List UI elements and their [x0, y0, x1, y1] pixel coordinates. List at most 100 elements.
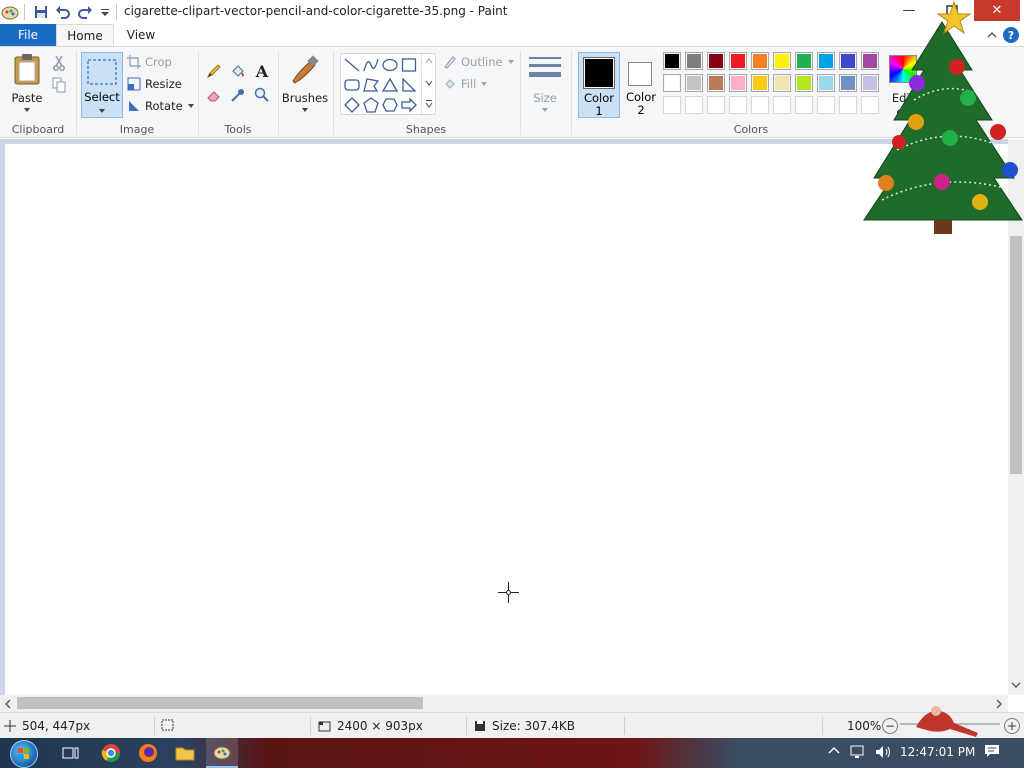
oval-shape-icon[interactable] — [381, 56, 399, 74]
crosshair-icon — [4, 720, 16, 732]
redo-icon[interactable] — [75, 2, 95, 22]
network-icon[interactable] — [850, 744, 868, 764]
color2-button[interactable]: Color 2 — [622, 52, 660, 118]
curve-shape-icon[interactable] — [362, 56, 380, 74]
palette-color-swatch[interactable] — [773, 52, 791, 70]
palette-color-swatch[interactable] — [707, 74, 725, 92]
polygon-shape-icon[interactable] — [362, 76, 380, 94]
palette-color-swatch[interactable] — [729, 74, 747, 92]
custom-color-slot[interactable] — [663, 96, 681, 114]
paint-taskbar-icon[interactable] — [206, 738, 238, 768]
taskbar-clock[interactable]: 12:47:01 PM — [900, 745, 975, 759]
color2-label: Color — [625, 90, 657, 104]
select-button[interactable]: Select — [81, 52, 123, 118]
file-explorer-icon[interactable] — [174, 743, 196, 763]
drawing-canvas[interactable] — [5, 144, 1008, 695]
paste-button[interactable]: Paste — [8, 53, 46, 113]
zoom-in-button[interactable]: + — [1004, 718, 1020, 734]
colors-group-label: Colors — [733, 123, 769, 136]
size-button[interactable]: Size — [526, 55, 564, 113]
undo-icon[interactable] — [53, 2, 73, 22]
palette-color-swatch[interactable] — [663, 74, 681, 92]
fill-button[interactable]: Fill — [443, 77, 488, 91]
rotate-label: Rotate — [145, 99, 183, 113]
copy-button[interactable] — [52, 77, 66, 93]
cut-button[interactable] — [52, 55, 66, 71]
firefox-icon[interactable] — [137, 743, 159, 763]
start-button[interactable] — [10, 740, 38, 768]
palette-color-swatch[interactable] — [773, 74, 791, 92]
notifications-icon[interactable] — [984, 744, 1000, 762]
triangle-shape-icon[interactable] — [381, 76, 399, 94]
custom-color-slot[interactable] — [729, 96, 747, 114]
palette-color-swatch[interactable] — [795, 74, 813, 92]
palette-color-swatch[interactable] — [861, 52, 879, 70]
fill-icon — [445, 79, 455, 89]
text-tool-icon[interactable]: A — [253, 62, 271, 81]
chrome-icon[interactable] — [100, 743, 122, 763]
palette-color-swatch[interactable] — [817, 52, 835, 70]
color-picker-icon[interactable] — [229, 86, 247, 104]
task-view-icon[interactable] — [60, 743, 82, 763]
palette-color-swatch[interactable] — [729, 52, 747, 70]
custom-color-slot[interactable] — [685, 96, 703, 114]
custom-color-slot[interactable] — [707, 96, 725, 114]
image-group-label: Image — [119, 123, 155, 136]
palette-color-swatch[interactable] — [663, 52, 681, 70]
status-separator — [822, 717, 823, 735]
scroll-down-icon[interactable] — [1011, 681, 1021, 689]
fill-bucket-icon[interactable] — [229, 62, 247, 80]
scroll-right-icon[interactable] — [995, 699, 1003, 709]
paint-app-icon[interactable] — [0, 2, 20, 22]
rotate-button[interactable]: Rotate — [127, 99, 195, 113]
color1-number: 1 — [595, 104, 603, 118]
right-arrow-shape-icon[interactable] — [400, 96, 418, 114]
custom-color-slot[interactable] — [751, 96, 769, 114]
show-hidden-icons-icon[interactable] — [828, 744, 840, 759]
color1-button[interactable]: Color 1 — [578, 52, 620, 118]
scroll-left-icon[interactable] — [4, 699, 12, 709]
tab-home[interactable]: Home — [56, 24, 114, 46]
vertical-scroll-thumb[interactable] — [1010, 236, 1022, 474]
right-triangle-shape-icon[interactable] — [400, 76, 418, 94]
palette-color-swatch[interactable] — [685, 74, 703, 92]
palette-color-swatch[interactable] — [795, 52, 813, 70]
brushes-button[interactable]: Brushes — [282, 53, 328, 113]
palette-color-swatch[interactable] — [751, 52, 769, 70]
palette-color-swatch[interactable] — [685, 52, 703, 70]
pencil-icon[interactable] — [205, 62, 223, 80]
resize-button[interactable]: Resize — [127, 77, 182, 91]
palette-color-swatch[interactable] — [751, 74, 769, 92]
tab-view[interactable]: View — [116, 24, 166, 46]
crosshair-cursor-icon — [498, 582, 519, 603]
volume-icon[interactable] — [874, 744, 892, 764]
swatch-fill — [775, 54, 789, 68]
line-shape-icon[interactable] — [343, 56, 361, 74]
group-separator — [571, 51, 572, 135]
custom-color-slot[interactable] — [817, 96, 835, 114]
tab-file[interactable]: File — [0, 24, 56, 46]
custom-color-slot[interactable] — [839, 96, 857, 114]
rectangle-shape-icon[interactable] — [400, 56, 418, 74]
shapes-scroll[interactable] — [421, 54, 435, 114]
pentagon-shape-icon[interactable] — [362, 96, 380, 114]
diamond-shape-icon[interactable] — [343, 96, 361, 114]
magnifier-icon[interactable] — [253, 86, 271, 104]
palette-color-swatch[interactable] — [839, 52, 857, 70]
custom-color-slot[interactable] — [773, 96, 791, 114]
palette-color-swatch[interactable] — [861, 74, 879, 92]
horizontal-scroll-thumb[interactable] — [17, 697, 423, 709]
palette-color-swatch[interactable] — [839, 74, 857, 92]
hexagon-shape-icon[interactable] — [381, 96, 399, 114]
outline-button[interactable]: Outline — [443, 55, 515, 69]
custom-color-slot[interactable] — [795, 96, 813, 114]
color2-fill — [630, 64, 650, 84]
rounded-rectangle-shape-icon[interactable] — [343, 76, 361, 94]
customize-quick-access-icon[interactable] — [95, 2, 115, 22]
crop-button[interactable]: Crop — [127, 55, 172, 69]
save-icon[interactable] — [31, 2, 51, 22]
custom-color-slot[interactable] — [861, 96, 879, 114]
palette-color-swatch[interactable] — [707, 52, 725, 70]
palette-color-swatch[interactable] — [817, 74, 835, 92]
eraser-icon[interactable] — [205, 86, 223, 104]
